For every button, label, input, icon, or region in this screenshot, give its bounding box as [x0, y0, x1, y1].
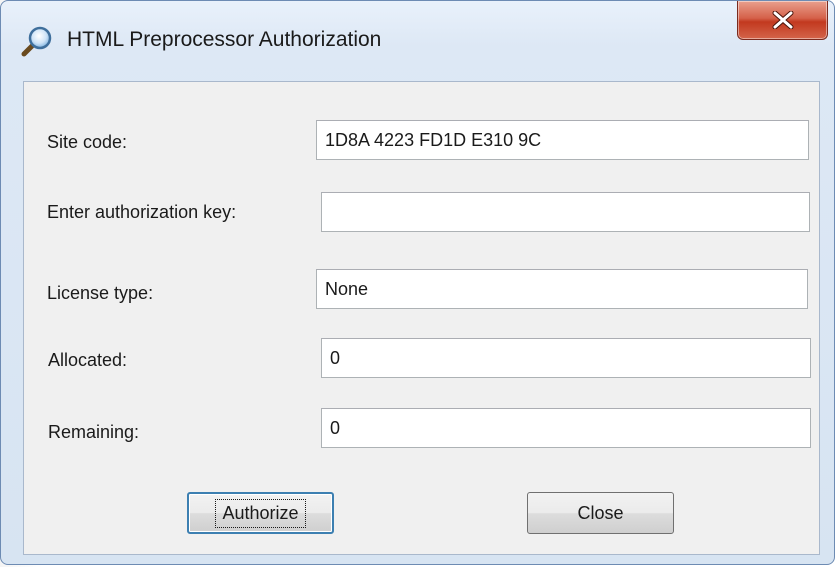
site-code-label: Site code:: [47, 132, 128, 152]
close-button-label: Close: [577, 502, 624, 523]
window-close-button[interactable]: [737, 1, 828, 40]
dialog-content: Site code: Enter authorization key: Lice…: [23, 81, 820, 555]
allocated-label: Allocated:: [48, 350, 128, 370]
window-title: HTML Preprocessor Authorization: [67, 28, 382, 51]
close-button[interactable]: Close: [527, 492, 674, 534]
license-type-field[interactable]: [316, 269, 808, 309]
magnifier-icon: [19, 25, 53, 59]
authorize-button-label: Authorize: [215, 498, 306, 528]
site-code-field[interactable]: [316, 120, 809, 160]
authorize-button[interactable]: Authorize: [187, 492, 334, 534]
allocated-field[interactable]: [321, 338, 811, 378]
authorization-key-label: Enter authorization key:: [47, 202, 237, 222]
title-bar[interactable]: HTML Preprocessor Authorization: [1, 1, 834, 81]
remaining-label: Remaining:: [48, 422, 140, 442]
dialog-window: HTML Preprocessor Authorization Site cod…: [0, 0, 835, 565]
remaining-field[interactable]: [321, 408, 811, 448]
authorization-key-input[interactable]: [321, 192, 810, 232]
close-icon: [772, 11, 794, 29]
license-type-label: License type:: [47, 283, 154, 303]
